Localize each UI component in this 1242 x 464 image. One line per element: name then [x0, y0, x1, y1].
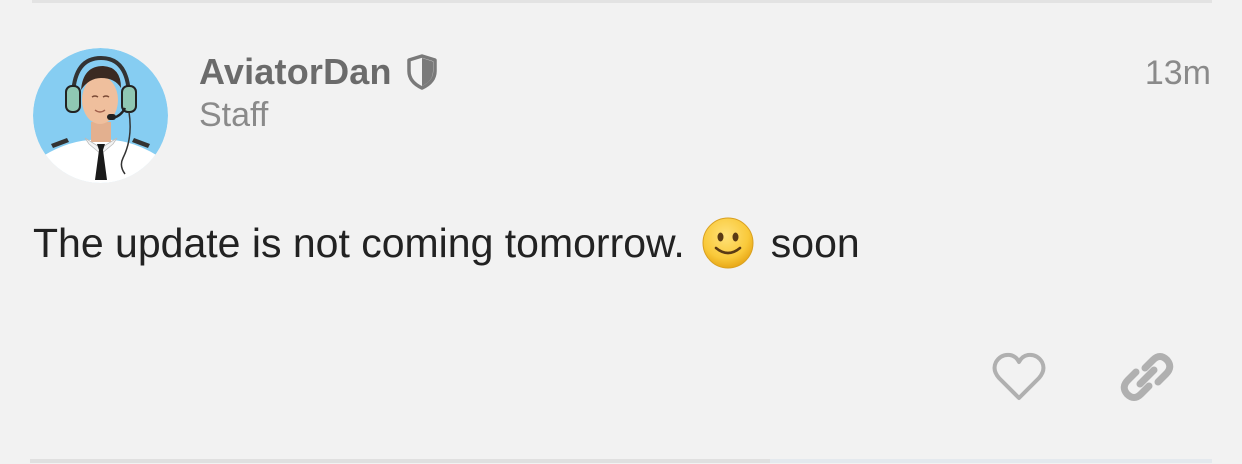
heart-icon: [992, 352, 1046, 400]
bottom-divider-accent: [770, 459, 1212, 463]
post-text-before: The update is not coming tomorrow.: [33, 219, 685, 266]
username[interactable]: AviatorDan: [199, 51, 392, 93]
pilot-avatar-icon: [33, 48, 168, 183]
post-body: The update is not coming tomorrow. soon: [33, 216, 860, 270]
bottom-divider: [30, 459, 1212, 463]
post-time[interactable]: 13m: [1145, 54, 1211, 93]
link-icon: [1120, 353, 1174, 401]
like-button[interactable]: [990, 350, 1048, 404]
top-divider: [32, 0, 1212, 3]
user-role: Staff: [199, 96, 269, 134]
post: AviatorDan Staff 13m The update is not c…: [0, 0, 1242, 464]
author-row: AviatorDan: [199, 50, 438, 94]
avatar[interactable]: [33, 48, 168, 183]
shield-icon: [406, 54, 438, 90]
link-button[interactable]: [1118, 348, 1176, 406]
slightly-smiling-face-icon: [701, 216, 755, 270]
post-text-after: soon: [770, 219, 860, 266]
